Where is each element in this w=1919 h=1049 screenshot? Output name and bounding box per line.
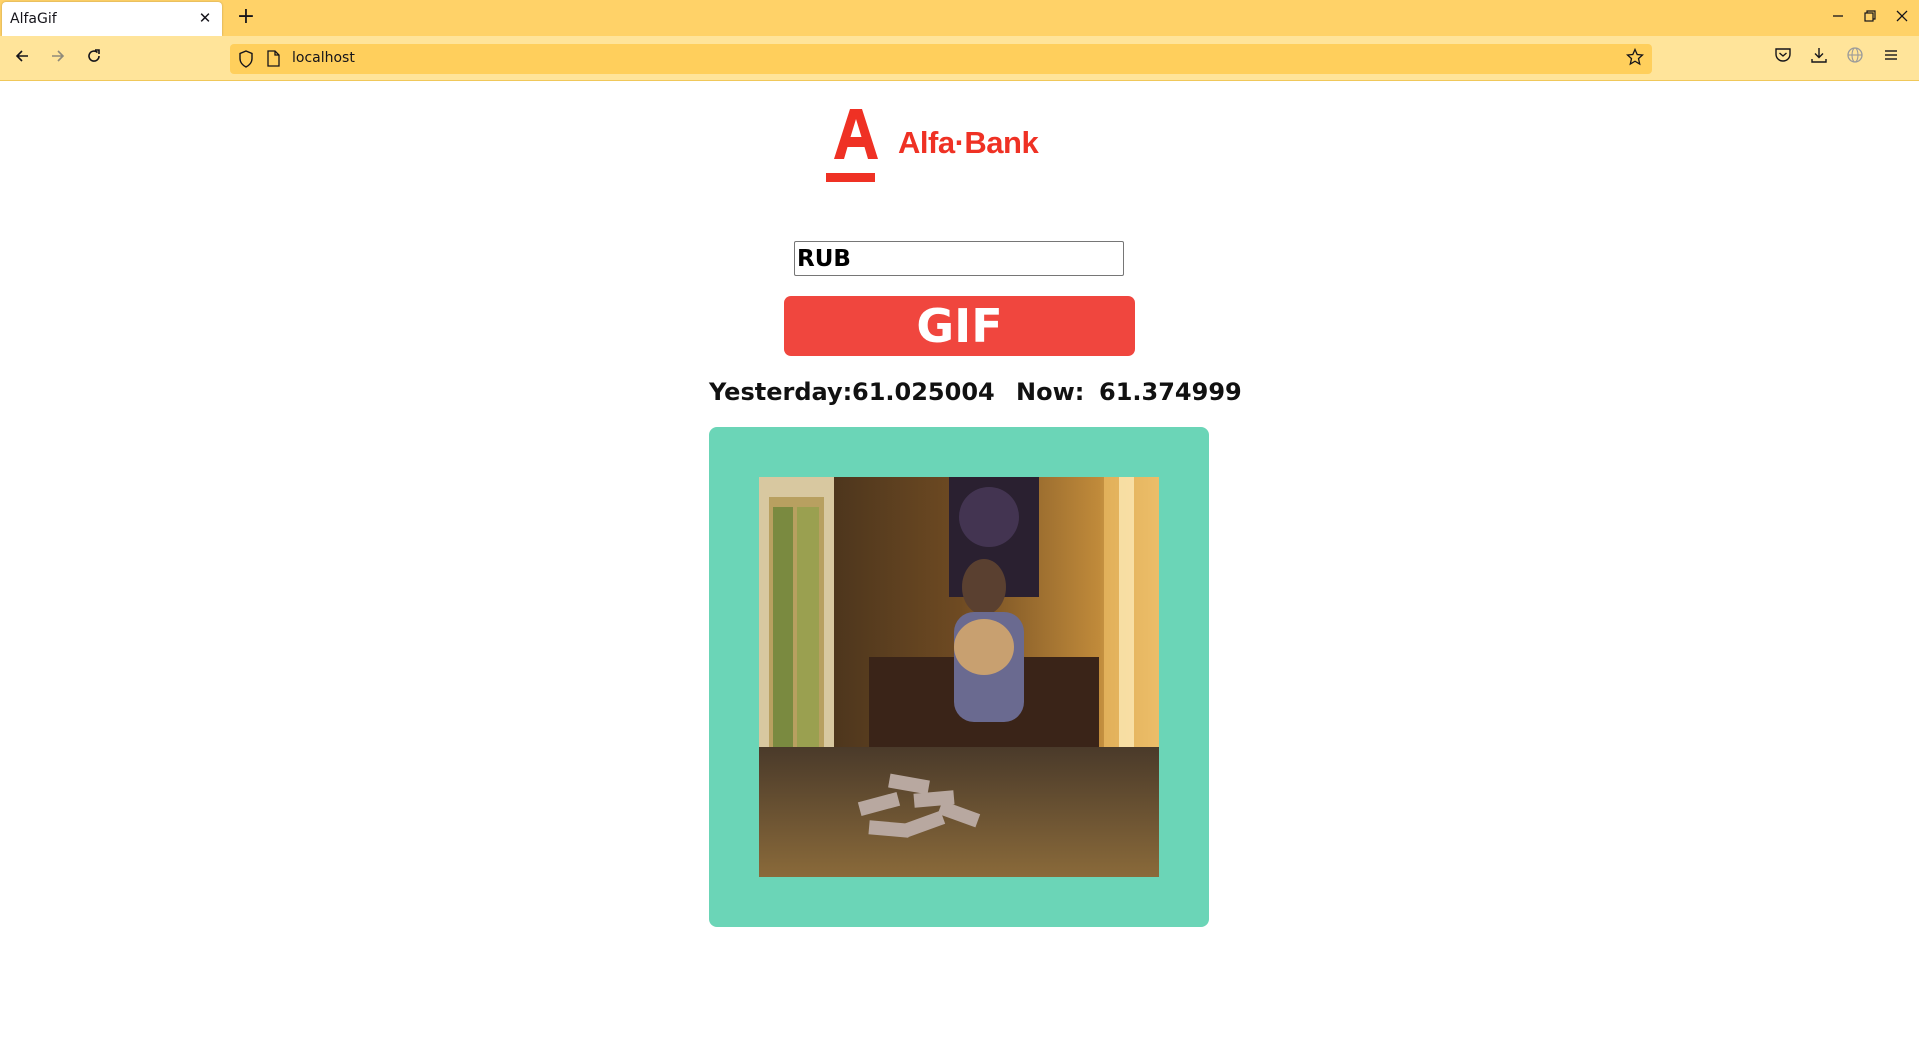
hamburger-menu-icon[interactable] [1882,46,1908,72]
yesterday-label: Yesterday: [709,378,853,406]
gif-frame [709,427,1209,927]
tab-title: AlfaGif [10,11,57,27]
globe-extension-icon[interactable] [1846,46,1872,72]
page-info-icon[interactable] [266,50,282,68]
reload-icon[interactable] [80,45,108,73]
tab-close-icon[interactable]: ✕ [196,9,214,27]
shield-icon[interactable] [238,50,256,68]
url-text[interactable]: localhost [292,50,355,66]
close-window-icon[interactable] [1892,8,1912,28]
alfa-a-icon [826,109,878,182]
restore-icon[interactable] [1860,8,1880,28]
url-bar[interactable]: localhost [230,44,1652,74]
forward-arrow-icon[interactable] [44,45,72,73]
currency-input[interactable] [794,241,1124,276]
logo-text: Alfa·Bank [898,125,1039,160]
pocket-icon[interactable] [1774,46,1800,72]
back-arrow-icon[interactable] [8,45,36,73]
now-label: Now: [1016,378,1085,406]
gif-image [759,477,1159,877]
bookmark-star-icon[interactable] [1625,47,1645,71]
yesterday-rate: 61.025004 [852,378,995,406]
new-tab-button[interactable]: + [234,6,258,30]
gif-button[interactable]: GIF [784,296,1135,356]
alfa-bank-logo: Alfa·Bank [826,107,1056,187]
navigation-toolbar: localhost [0,36,1919,81]
downloads-icon[interactable] [1810,46,1836,72]
active-tab[interactable]: AlfaGif ✕ [2,2,222,36]
now-rate: 61.374999 [1099,378,1242,406]
minimize-icon[interactable] [1828,8,1848,28]
tab-bar: AlfaGif ✕ + [0,0,1919,36]
